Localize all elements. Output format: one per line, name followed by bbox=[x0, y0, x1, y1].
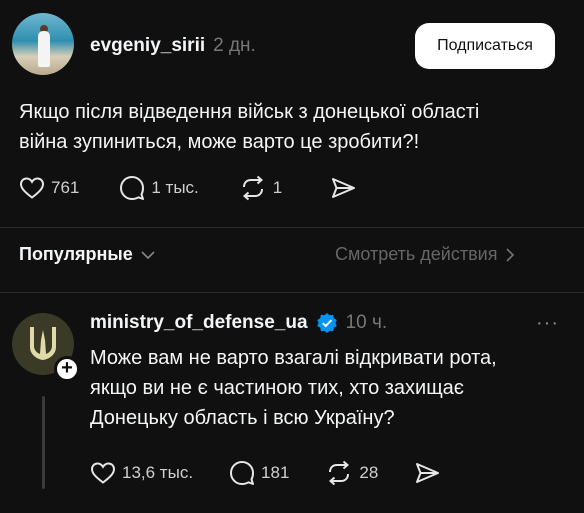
section-divider-bottom bbox=[0, 292, 584, 293]
reply-comment-count: 181 bbox=[261, 463, 290, 482]
trident-emblem-icon bbox=[30, 327, 56, 360]
sort-dropdown[interactable]: Популярные bbox=[19, 244, 155, 265]
reply-text-line: Донецьку область і всю Україну? bbox=[90, 407, 395, 429]
reply-time: 10 ч. bbox=[345, 312, 388, 333]
repost-button[interactable]: 1 bbox=[239, 175, 282, 201]
follow-plus-icon[interactable]: + bbox=[54, 356, 80, 382]
follow-button[interactable]: Подписаться bbox=[415, 23, 555, 69]
comment-icon bbox=[230, 461, 255, 485]
reply-author-username[interactable]: ministry_of_defense_ua bbox=[90, 312, 308, 334]
reply-text-line: Може вам не варто взагалі відкривати рот… bbox=[90, 347, 497, 369]
reply-header: ministry_of_defense_ua 10 ч. bbox=[90, 312, 387, 334]
view-activity-link[interactable]: Смотреть действия bbox=[335, 244, 515, 265]
repost-icon bbox=[242, 175, 263, 201]
post-text-line: Якщо після відведення військ з донецької… bbox=[19, 101, 480, 123]
post-header: evgeniy_sirii 2 дн. bbox=[90, 35, 256, 57]
reply-actions: 13,6 тыс. 181 28 bbox=[90, 460, 440, 486]
verified-badge-icon bbox=[316, 313, 337, 333]
repost-icon bbox=[329, 460, 350, 486]
heart-icon bbox=[90, 462, 116, 484]
author-avatar[interactable] bbox=[12, 13, 74, 75]
reply-like-count: 13,6 тыс. bbox=[122, 463, 194, 482]
reply-repost-button[interactable]: 28 bbox=[325, 460, 378, 486]
sort-label: Популярные bbox=[19, 244, 133, 264]
reply-repost-count: 28 bbox=[359, 463, 379, 482]
reply-count: 1 тыс. bbox=[151, 178, 199, 197]
section-divider bbox=[0, 227, 584, 228]
heart-icon bbox=[19, 177, 45, 199]
like-button[interactable]: 761 bbox=[19, 175, 79, 201]
share-button[interactable] bbox=[330, 175, 356, 201]
avatar-photo-person bbox=[38, 31, 50, 67]
author-username[interactable]: evgeniy_sirii bbox=[90, 35, 205, 57]
post-text-line: війна зупиниться, може варто це зробити?… bbox=[19, 131, 420, 153]
reply-text-line: якщо ви не є частиною тих, хто захищає bbox=[90, 377, 465, 399]
thread-line bbox=[42, 396, 45, 489]
chevron-right-icon bbox=[506, 247, 515, 262]
post-text: Якщо після відведення військ з донецької… bbox=[19, 97, 479, 157]
chevron-down-icon bbox=[141, 250, 155, 259]
reply-like-button[interactable]: 13,6 тыс. bbox=[90, 460, 193, 486]
post-actions: 761 1 тыс. 1 bbox=[19, 175, 356, 201]
post-time: 2 дн. bbox=[213, 35, 256, 56]
send-icon bbox=[332, 178, 356, 198]
comment-icon bbox=[120, 176, 145, 200]
reply-comment-button[interactable]: 181 bbox=[229, 460, 289, 486]
reply-button[interactable]: 1 тыс. bbox=[119, 175, 199, 201]
reply-text: Може вам не варто взагалі відкривати рот… bbox=[90, 343, 497, 433]
repost-count: 1 bbox=[272, 178, 283, 197]
send-icon bbox=[416, 463, 440, 483]
view-activity-label: Смотреть действия bbox=[335, 244, 498, 264]
more-options-icon[interactable]: ··· bbox=[536, 312, 559, 335]
reply-share-button[interactable] bbox=[414, 460, 440, 486]
like-count: 761 bbox=[51, 178, 80, 197]
